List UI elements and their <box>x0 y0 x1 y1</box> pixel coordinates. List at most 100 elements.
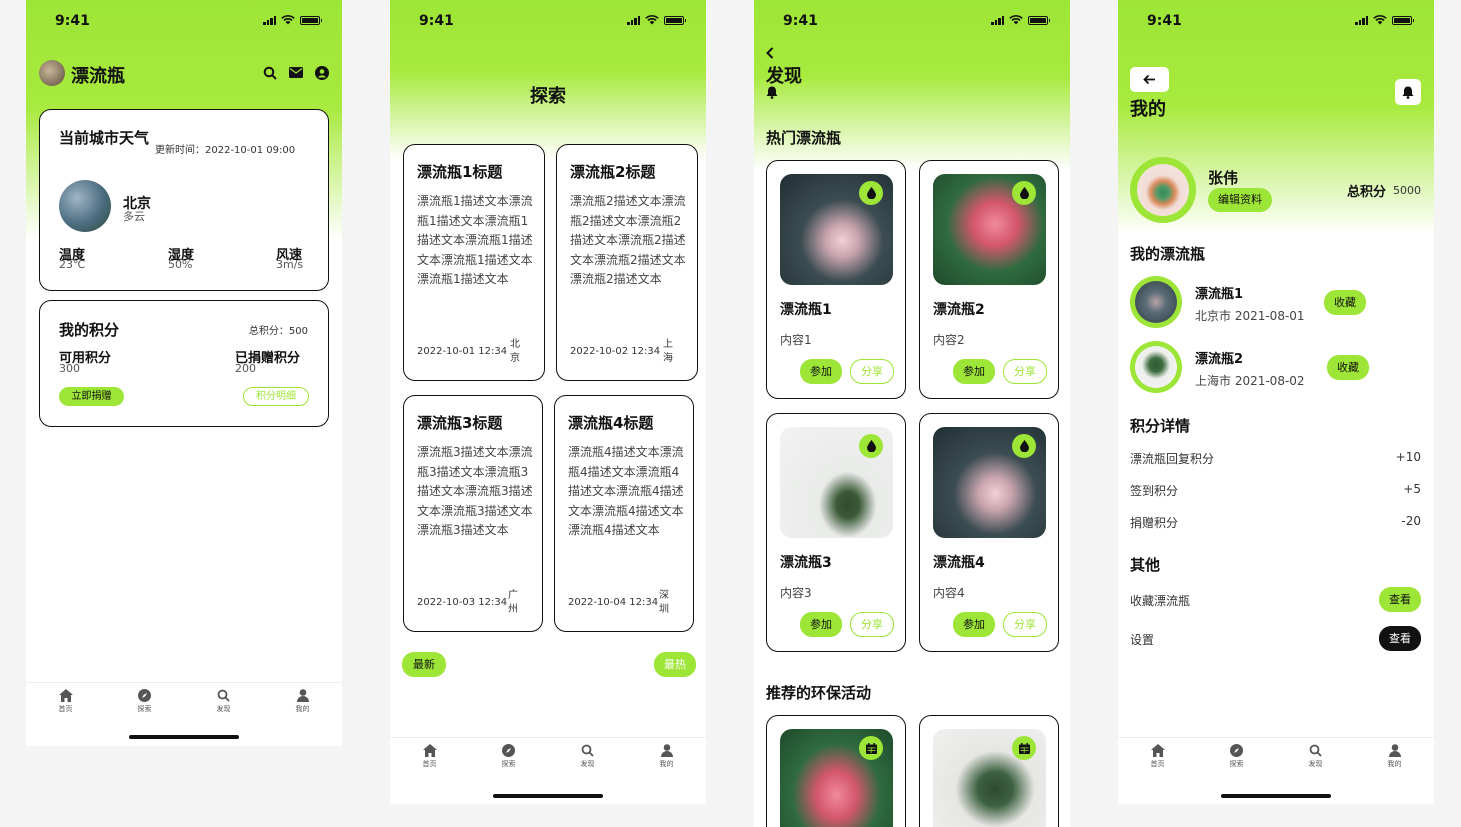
bottle-avatar-2 <box>1130 341 1182 393</box>
sort-latest-button[interactable]: 最新 <box>402 652 446 677</box>
total-points-value: 5000 <box>1393 184 1421 197</box>
screen-discover: 9:41 发现 热门漂流瓶 漂流瓶1 内容1 参加 分享 漂流瓶2 内容2 参加… <box>754 0 1070 827</box>
screen-home: 9:41 漂流瓶 当前城市天气 更新时间：2022-10-01 09:00 北京… <box>26 0 342 746</box>
points-detail-button[interactable]: 积分明细 <box>243 387 309 406</box>
bell-icon[interactable] <box>766 86 778 99</box>
tab-discover[interactable]: 发现 <box>194 689 254 714</box>
water-drop-icon <box>866 440 876 452</box>
bottle-avatar-1 <box>1130 276 1182 328</box>
view-favorites-button[interactable]: 查看 <box>1379 587 1421 612</box>
tab-bar: 首页 探索 发现 我的 <box>1118 737 1434 769</box>
tab-mine[interactable]: 我的 <box>273 689 333 714</box>
bottle-city: 广州 <box>508 590 518 615</box>
app-avatar[interactable] <box>39 60 65 86</box>
city-photo <box>59 180 111 232</box>
card-content: 内容1 <box>780 333 812 347</box>
tab-discover[interactable]: 发现 <box>1286 744 1346 769</box>
edit-profile-button[interactable]: 编辑资料 <box>1208 188 1272 212</box>
tab-mine[interactable]: 我的 <box>1365 744 1425 769</box>
tab-explore[interactable]: 探索 <box>1207 744 1267 769</box>
search-icon <box>217 689 230 702</box>
user-icon <box>1388 744 1401 757</box>
tab-home[interactable]: 首页 <box>1128 744 1188 769</box>
bottle-meta: 北京市 2021-08-01 <box>1195 309 1305 323</box>
hot-card-1[interactable]: 漂流瓶1 内容1 参加 分享 <box>766 160 906 399</box>
tab-explore[interactable]: 探索 <box>115 689 175 714</box>
bottle-card-1[interactable]: 漂流瓶1标题 漂流瓶1描述文本漂流瓶1描述文本漂流瓶1描述文本漂流瓶1描述文本漂… <box>403 144 545 381</box>
tab-discover[interactable]: 发现 <box>558 744 618 769</box>
status-time: 9:41 <box>783 13 818 29</box>
app-title: 漂流瓶 <box>71 66 125 87</box>
points-row-value: +10 <box>1395 450 1421 464</box>
favorite-button[interactable]: 收藏 <box>1324 290 1366 315</box>
hot-card-4[interactable]: 漂流瓶4 内容4 参加 分享 <box>919 413 1059 652</box>
bottle-desc: 漂流瓶3描述文本漂流瓶3描述文本漂流瓶3描述文本漂流瓶3描述文本漂流瓶3描述文本… <box>417 445 533 537</box>
points-row-value: -20 <box>1401 514 1421 528</box>
bottle-title: 漂流瓶2标题 <box>570 163 656 181</box>
sort-hot-button[interactable]: 最热 <box>654 652 696 677</box>
bottle-date: 2022-10-04 12:34 <box>568 597 659 608</box>
points-row-label: 捐赠积分 <box>1130 516 1179 530</box>
status-icons <box>1355 15 1414 25</box>
bottle-desc: 漂流瓶1描述文本漂流瓶1描述文本漂流瓶1描述文本漂流瓶1描述文本漂流瓶1描述文本… <box>417 194 533 286</box>
user-avatar[interactable] <box>1130 157 1196 223</box>
compass-icon <box>1230 744 1243 757</box>
weather-condition: 多云 <box>123 210 145 223</box>
home-icon <box>1150 744 1165 757</box>
user-icon <box>296 689 309 702</box>
bottle-date: 2022-10-02 12:34 <box>570 346 661 357</box>
tab-explore-label: 探索 <box>501 760 516 768</box>
bottle-card-3[interactable]: 漂流瓶3标题 漂流瓶3描述文本漂流瓶3描述文本漂流瓶3描述文本漂流瓶3描述文本漂… <box>403 395 543 632</box>
bottle-name: 漂流瓶2 <box>1195 352 1244 367</box>
donate-button[interactable]: 立即捐赠 <box>59 387 124 406</box>
tab-mine-label: 我的 <box>1387 760 1402 768</box>
signal-icon <box>627 15 640 25</box>
join-button[interactable]: 参加 <box>953 612 995 637</box>
back-chevron-icon[interactable] <box>766 47 774 59</box>
hot-card-3[interactable]: 漂流瓶3 内容3 参加 分享 <box>766 413 906 652</box>
hot-card-2[interactable]: 漂流瓶2 内容2 参加 分享 <box>919 160 1059 399</box>
view-settings-button[interactable]: 查看 <box>1379 626 1421 651</box>
points-row-label: 漂流瓶回复积分 <box>1130 452 1215 466</box>
join-button[interactable]: 参加 <box>953 359 995 384</box>
search-icon[interactable] <box>263 66 277 80</box>
join-button[interactable]: 参加 <box>800 612 842 637</box>
back-button[interactable] <box>1130 67 1169 92</box>
card-title: 漂流瓶1 <box>780 302 832 318</box>
water-drop-icon <box>866 187 876 199</box>
favorite-button[interactable]: 收藏 <box>1327 355 1369 380</box>
points-total: 总积分：500 <box>248 326 308 337</box>
tab-bar: 首页 探索 发现 我的 <box>26 682 342 714</box>
join-button[interactable]: 参加 <box>800 359 842 384</box>
share-button[interactable]: 分享 <box>850 612 894 637</box>
card-title: 漂流瓶4 <box>933 555 985 571</box>
compass-icon <box>138 689 151 702</box>
compass-icon <box>502 744 515 757</box>
hot-bottles-title: 热门漂流瓶 <box>766 129 842 147</box>
share-button[interactable]: 分享 <box>1003 612 1047 637</box>
search-icon <box>1309 744 1322 757</box>
tab-mine[interactable]: 我的 <box>637 744 697 769</box>
status-time: 9:41 <box>419 13 454 29</box>
mail-icon[interactable] <box>289 67 303 78</box>
bottle-card-4[interactable]: 漂流瓶4标题 漂流瓶4描述文本漂流瓶4描述文本漂流瓶4描述文本漂流瓶4描述文本漂… <box>554 395 694 632</box>
activity-card-2[interactable] <box>919 715 1059 827</box>
share-button[interactable]: 分享 <box>850 359 894 384</box>
points-detail-title: 积分详情 <box>1130 417 1191 435</box>
tab-home-label: 首页 <box>1150 760 1165 768</box>
activity-card-1[interactable] <box>766 715 906 827</box>
temp-value: 23℃ <box>59 258 86 271</box>
activities-title: 推荐的环保活动 <box>766 684 872 702</box>
notification-button[interactable] <box>1395 79 1421 105</box>
tab-home[interactable]: 首页 <box>400 744 460 769</box>
other-row-label: 设置 <box>1130 633 1155 647</box>
my-bottles-title: 我的漂流瓶 <box>1130 245 1206 263</box>
user-circle-icon[interactable] <box>315 66 329 80</box>
points-title: 我的积分 <box>59 321 120 339</box>
share-button[interactable]: 分享 <box>1003 359 1047 384</box>
tab-home[interactable]: 首页 <box>36 689 96 714</box>
bottle-card-2[interactable]: 漂流瓶2标题 漂流瓶2描述文本漂流瓶2描述文本漂流瓶2描述文本漂流瓶2描述文本漂… <box>556 144 698 381</box>
home-icon <box>422 744 437 757</box>
tab-explore[interactable]: 探索 <box>479 744 539 769</box>
bottle-city: 北京 <box>510 339 520 364</box>
